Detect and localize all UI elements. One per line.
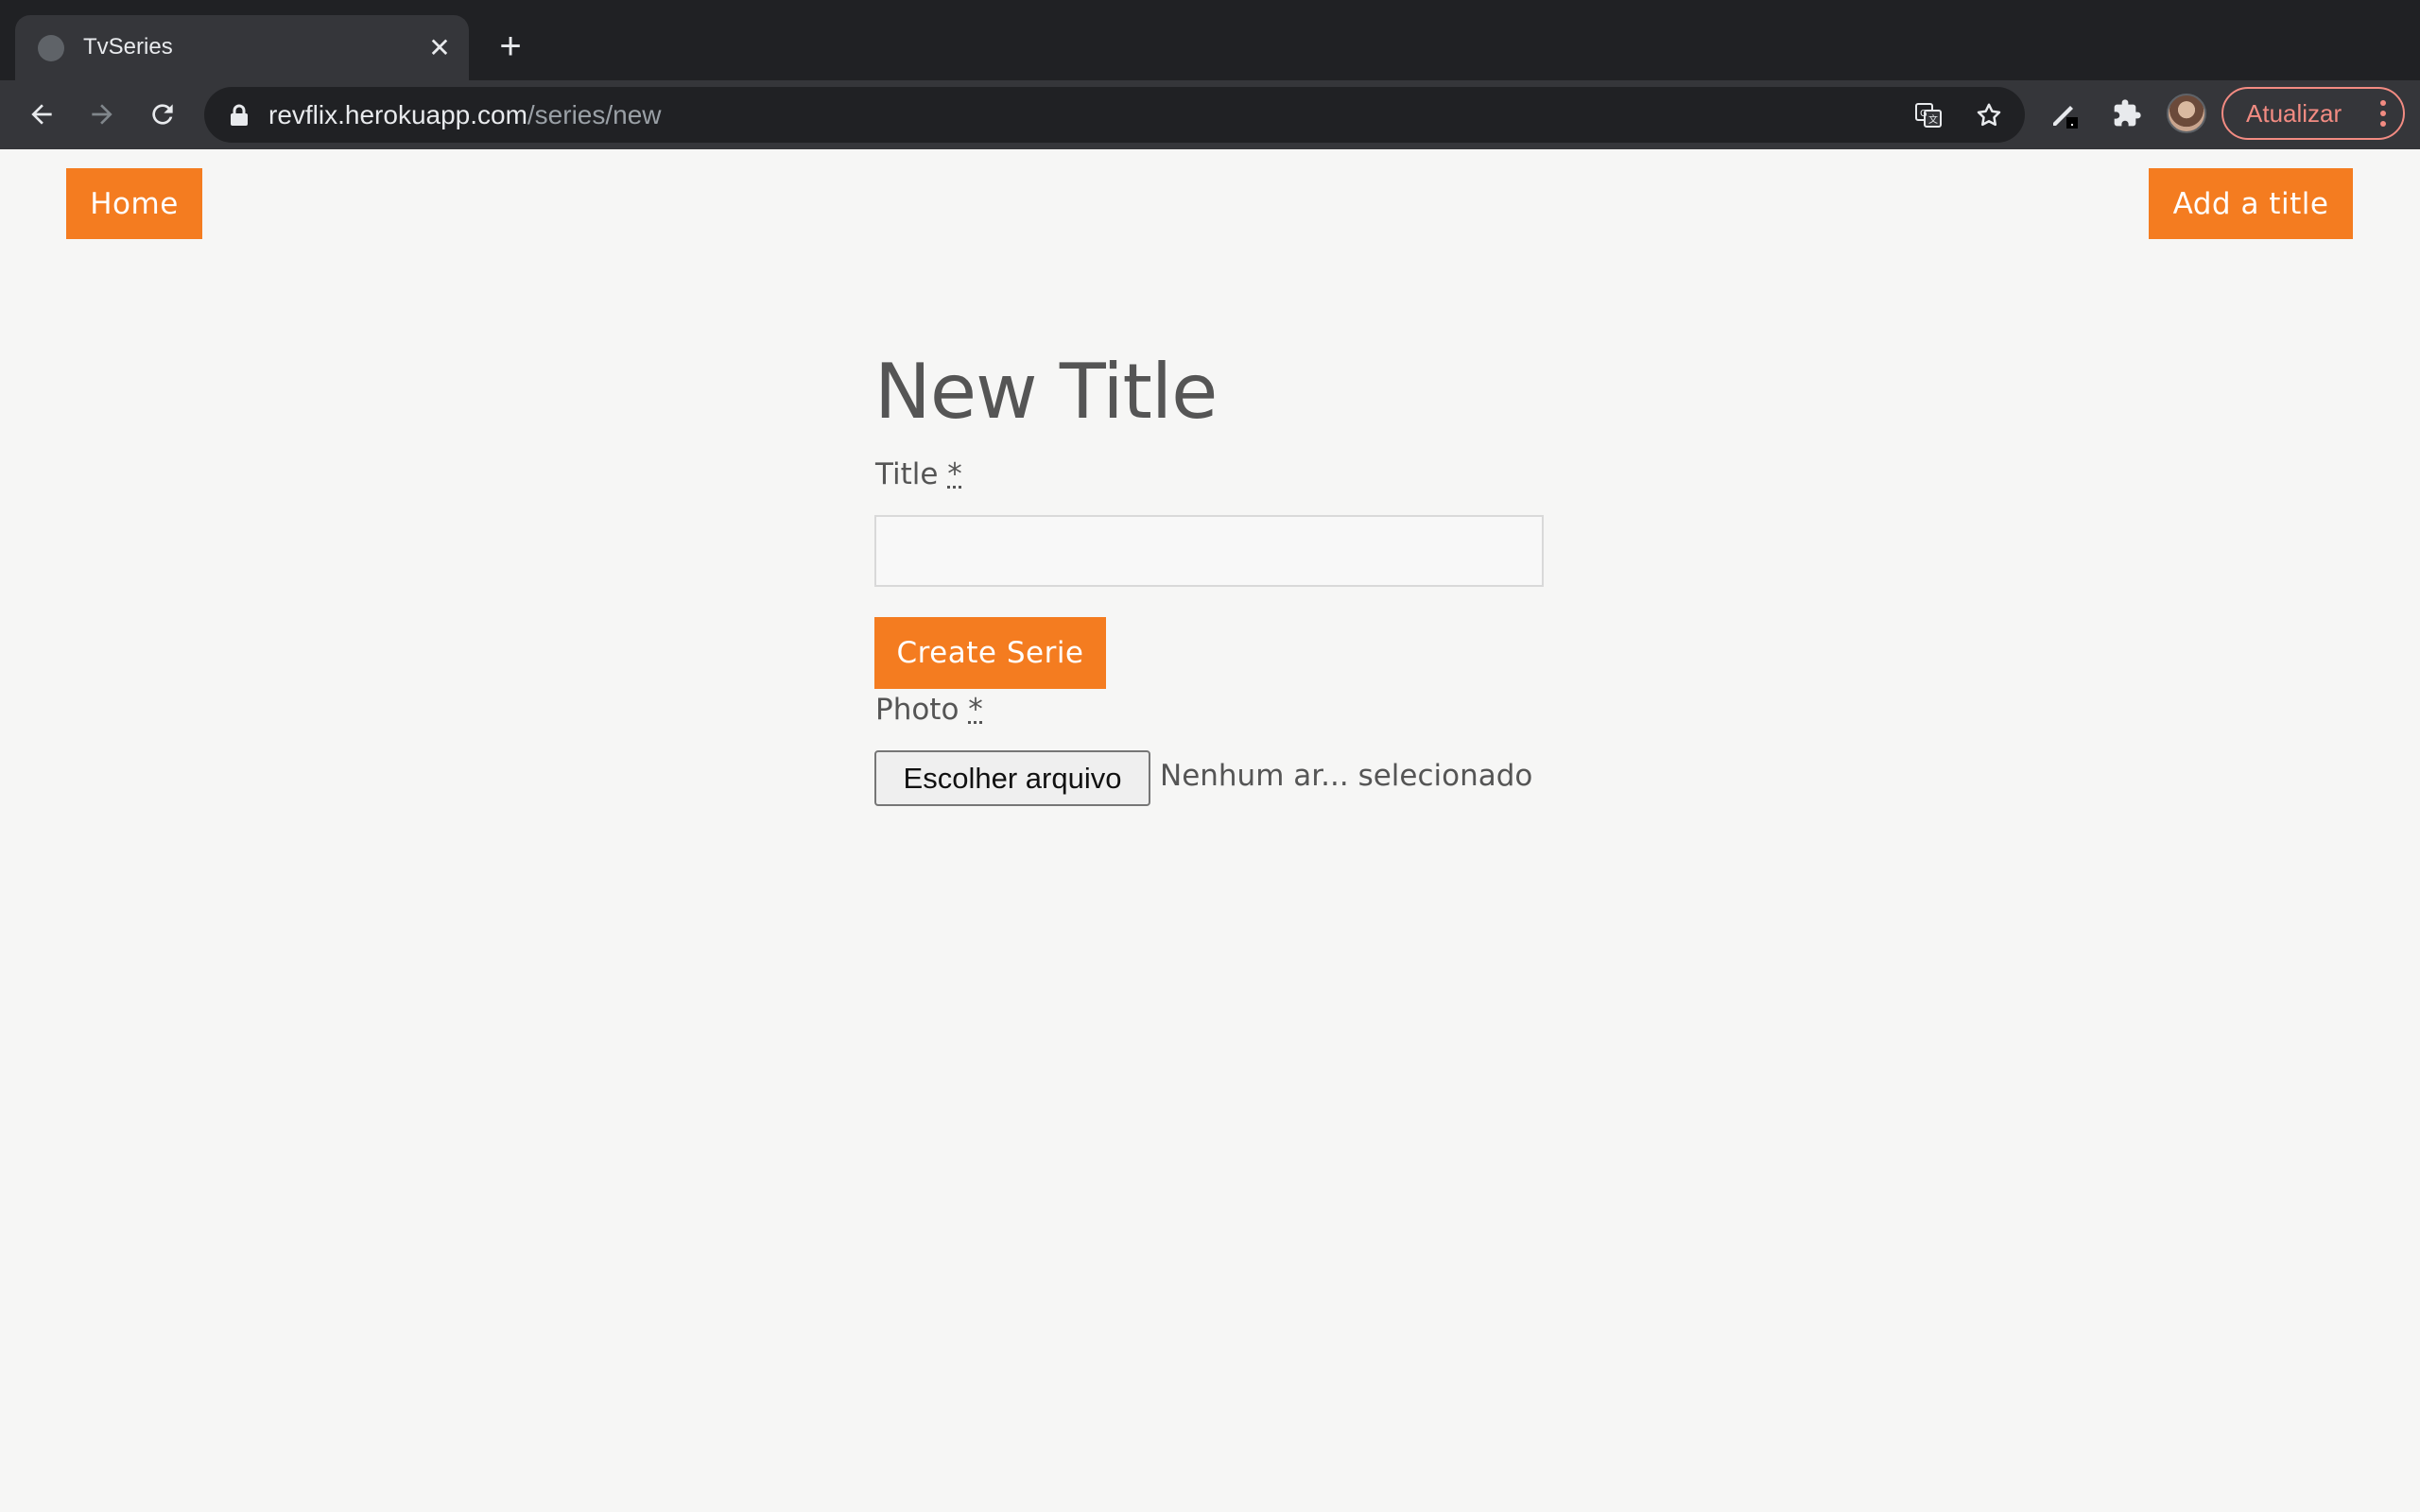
svg-text:G: G (1920, 109, 1927, 119)
more-icon[interactable] (2380, 100, 2386, 127)
star-icon[interactable] (1974, 100, 2004, 130)
address-bar[interactable]: revflix.herokuapp.com/series/new G文 (204, 87, 2025, 143)
url-text[interactable]: revflix.herokuapp.com/series/new (268, 99, 662, 131)
lock-icon[interactable] (229, 104, 250, 127)
svg-text:文: 文 (1928, 113, 1938, 126)
forward-icon[interactable] (83, 95, 121, 133)
required-mark: * (968, 693, 983, 727)
close-icon[interactable]: ✕ (425, 34, 454, 62)
browser-tab[interactable]: TvSeries ✕ (15, 15, 469, 80)
title-label: Title * (875, 457, 962, 491)
file-status: Nenhum ar... selecionado (1160, 759, 1533, 793)
puzzle-extensions-icon[interactable] (2110, 96, 2144, 130)
page-title: New Title (874, 348, 1218, 436)
choose-file-button[interactable]: Escolher arquivo (874, 750, 1150, 806)
tab-title: TvSeries (83, 34, 173, 60)
add-title-button[interactable]: Add a title (2149, 168, 2353, 239)
globe-icon (38, 35, 64, 61)
pen-extension-icon[interactable] (2048, 96, 2082, 130)
title-input[interactable] (874, 515, 1544, 587)
reload-icon[interactable] (144, 95, 182, 133)
update-button[interactable]: Atualizar (2221, 87, 2405, 140)
required-mark: * (947, 457, 962, 491)
browser-toolbar: revflix.herokuapp.com/series/new G文 (0, 80, 2420, 149)
browser-tabstrip: TvSeries ✕ + (0, 0, 2420, 80)
home-button[interactable]: Home (66, 168, 202, 239)
create-serie-button[interactable]: Create Serie (874, 617, 1106, 689)
profile-avatar[interactable] (2167, 94, 2206, 133)
new-tab-icon[interactable]: + (492, 27, 529, 66)
back-icon[interactable] (23, 95, 60, 133)
translate-icon[interactable]: G文 (1913, 100, 1944, 130)
photo-label: Photo * (875, 693, 983, 727)
